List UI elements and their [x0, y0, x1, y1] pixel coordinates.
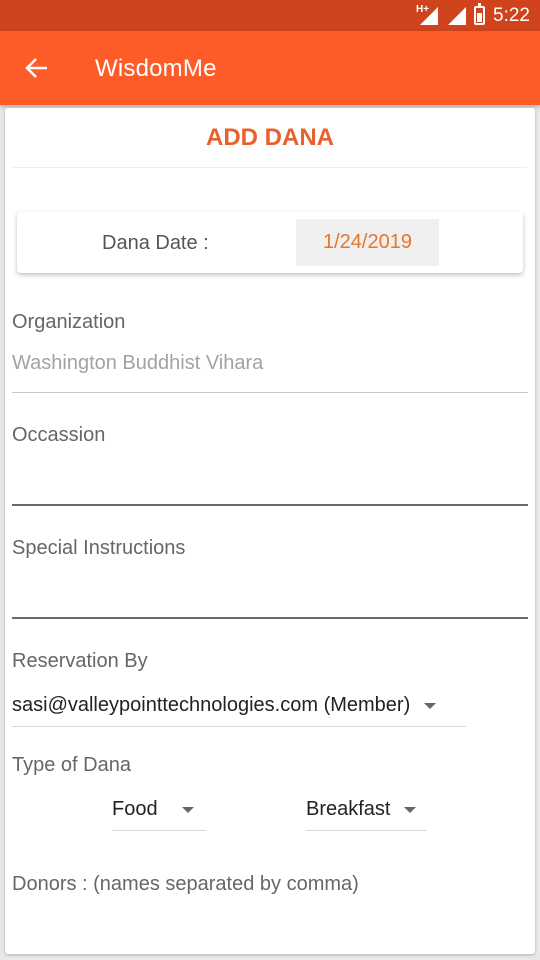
occasion-underline	[12, 504, 528, 506]
chevron-down-icon	[181, 806, 194, 813]
meal-dropdown[interactable]: Breakfast	[306, 798, 417, 821]
special-instructions-input[interactable]	[12, 576, 528, 612]
signal-icon	[446, 6, 467, 25]
organization-value: Washington Buddhist Vihara	[12, 352, 264, 374]
reservation-by-label: Reservation By	[12, 650, 148, 672]
meal-value: Breakfast	[306, 798, 391, 820]
dana-date-picker[interactable]: 1/24/2019	[296, 219, 439, 266]
dana-type-underline	[112, 830, 206, 831]
donors-label: Donors : (names separated by comma)	[12, 873, 359, 895]
organization-label: Organization	[12, 311, 126, 333]
special-instructions-label: Special Instructions	[12, 537, 186, 559]
dana-date-card: Dana Date : 1/24/2019	[17, 212, 523, 273]
battery-level	[477, 13, 483, 22]
occasion-label: Occassion	[12, 424, 106, 446]
network-type-label: H+	[416, 3, 430, 15]
occasion-input[interactable]	[12, 463, 528, 499]
form-title: ADD DANA	[206, 124, 334, 151]
battery-icon	[474, 3, 486, 25]
arrow-left-icon[interactable]	[22, 53, 52, 83]
add-dana-form: ADD DANA Dana Date : 1/24/2019 Organizat…	[5, 108, 535, 954]
mobile-signal-icon: H+	[416, 3, 439, 25]
type-of-dana-label: Type of Dana	[12, 754, 131, 776]
app-title: WisdomMe	[95, 55, 217, 82]
reservation-by-underline	[12, 726, 466, 727]
donors-input[interactable]	[12, 913, 528, 947]
divider	[13, 167, 527, 168]
organization-underline	[12, 392, 528, 393]
reservation-by-dropdown[interactable]: sasi@valleypointtechnologies.com (Member…	[12, 694, 437, 717]
app-bar: WisdomMe	[0, 31, 540, 105]
meal-underline	[306, 830, 427, 831]
reservation-by-value: sasi@valleypointtechnologies.com (Member…	[12, 694, 411, 716]
dana-type-dropdown[interactable]: Food	[112, 798, 194, 821]
status-bar: H+ 5:22	[0, 0, 540, 31]
chevron-down-icon	[424, 702, 437, 709]
status-icons: H+ 5:22	[416, 0, 530, 31]
special-instructions-underline	[12, 617, 528, 619]
status-time: 5:22	[493, 4, 530, 26]
dana-date-label: Dana Date :	[102, 232, 209, 254]
chevron-down-icon	[404, 806, 417, 813]
dana-type-value: Food	[112, 798, 158, 820]
